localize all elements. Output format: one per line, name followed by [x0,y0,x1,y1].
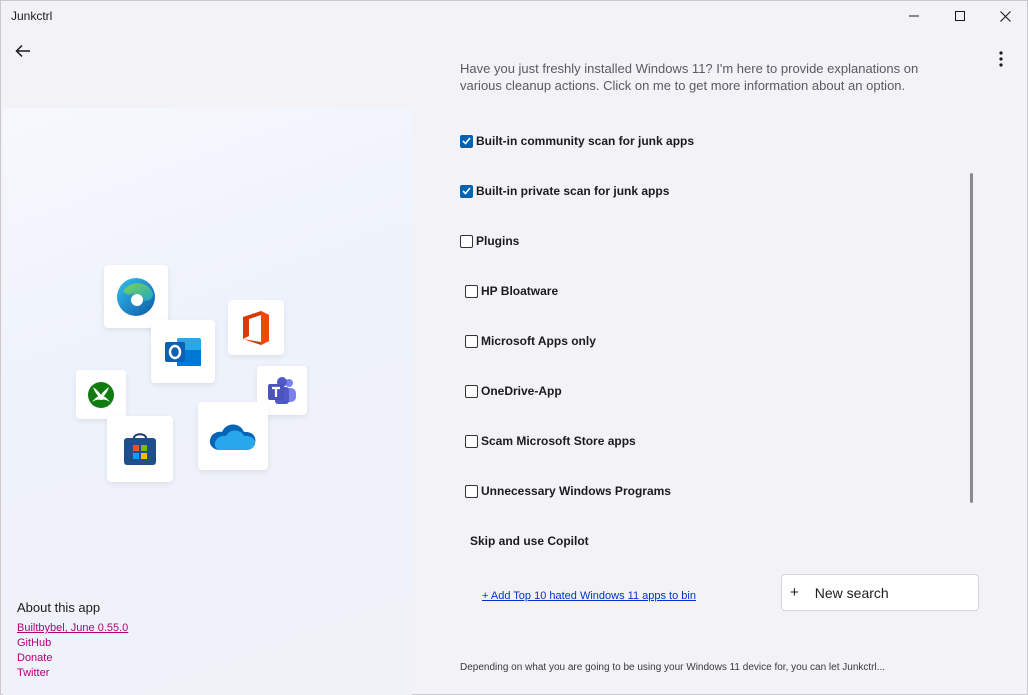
outlook-tile [151,320,215,383]
option-label: HP Bloatware [481,284,559,298]
option-label: Scam Microsoft Store apps [481,434,636,448]
back-arrow-icon [15,44,30,58]
new-search-label: New search [814,584,889,601]
app-title: Junkctrl [11,9,53,23]
xbox-icon [88,381,114,408]
minimize-icon [909,15,919,17]
option-scam-store-apps[interactable]: Scam Microsoft Store apps [465,431,636,451]
scrollbar-thumb[interactable] [970,173,973,503]
option-label: Plugins [476,234,520,248]
checkbox[interactable] [465,284,478,298]
onedrive-icon [209,424,256,450]
maximize-button[interactable] [937,1,983,31]
option-plugins[interactable]: Plugins [460,231,519,251]
close-icon [999,10,1011,22]
option-microsoft-apps[interactable]: Microsoft Apps only [465,331,596,351]
option-label: Skip and use Copilot [470,534,589,548]
checkbox[interactable] [465,384,478,398]
github-link[interactable]: GitHub [17,636,128,651]
app-window: Junkctrl About this app Builtbybel, June… [0,0,1028,695]
about-section: About this app Builtbybel, June 0.55.0 G… [17,600,128,681]
maximize-icon [955,11,965,21]
option-label: Unnecessary Windows Programs [481,484,671,498]
checkbox[interactable] [465,484,478,498]
option-skip-copilot[interactable]: Skip and use Copilot [470,531,589,551]
version-link[interactable]: Builtbybel, June 0.55.0 [17,621,128,636]
option-community-scan[interactable]: Built-in community scan for junk apps [460,131,694,151]
edge-tile [104,265,168,328]
title-bar: Junkctrl [1,1,1027,31]
onedrive-tile [198,402,268,470]
close-button[interactable] [982,1,1028,31]
checkbox[interactable] [460,184,473,198]
checkbox[interactable] [460,134,473,148]
footer-description: Depending on what you are going to be us… [460,662,886,673]
office-tile [228,300,284,355]
donate-link[interactable]: Donate [17,651,128,666]
option-label: Built-in community scan for junk apps [476,134,695,148]
back-button[interactable] [9,37,37,65]
assistant-intro-text[interactable]: Have you just freshly installed Windows … [460,60,960,94]
office-icon [243,310,269,345]
more-options-button[interactable] [989,47,1013,71]
option-label: OneDrive-App [481,384,562,398]
options-list: Built-in community scan for junk apps Bu… [460,116,962,562]
new-search-button[interactable]: + New search [781,574,979,611]
option-onedrive[interactable]: OneDrive-App [465,381,562,401]
checkbox[interactable] [460,234,473,248]
checkbox[interactable] [465,434,478,448]
option-unnecessary-programs[interactable]: Unnecessary Windows Programs [465,481,671,501]
more-vertical-icon [999,51,1003,67]
store-icon [124,433,156,465]
outlook-icon [165,337,201,366]
checkbox[interactable] [465,334,478,348]
about-title: About this app [17,600,101,615]
xbox-tile [76,370,126,419]
store-tile [107,416,173,482]
add-top10-link[interactable]: + Add Top 10 hated Windows 11 apps to bi… [482,590,696,602]
checkmark-icon [462,137,471,145]
option-hp-bloatware[interactable]: HP Bloatware [465,281,558,301]
checkmark-icon [462,187,471,195]
option-label: Built-in private scan for junk apps [476,184,670,198]
edge-icon [117,277,155,316]
twitter-link[interactable]: Twitter [17,666,128,681]
option-label: Microsoft Apps only [481,334,596,348]
option-private-scan[interactable]: Built-in private scan for junk apps [460,181,669,201]
minimize-button[interactable] [891,1,937,31]
plus-icon: + [790,584,799,601]
teams-icon [268,376,296,404]
